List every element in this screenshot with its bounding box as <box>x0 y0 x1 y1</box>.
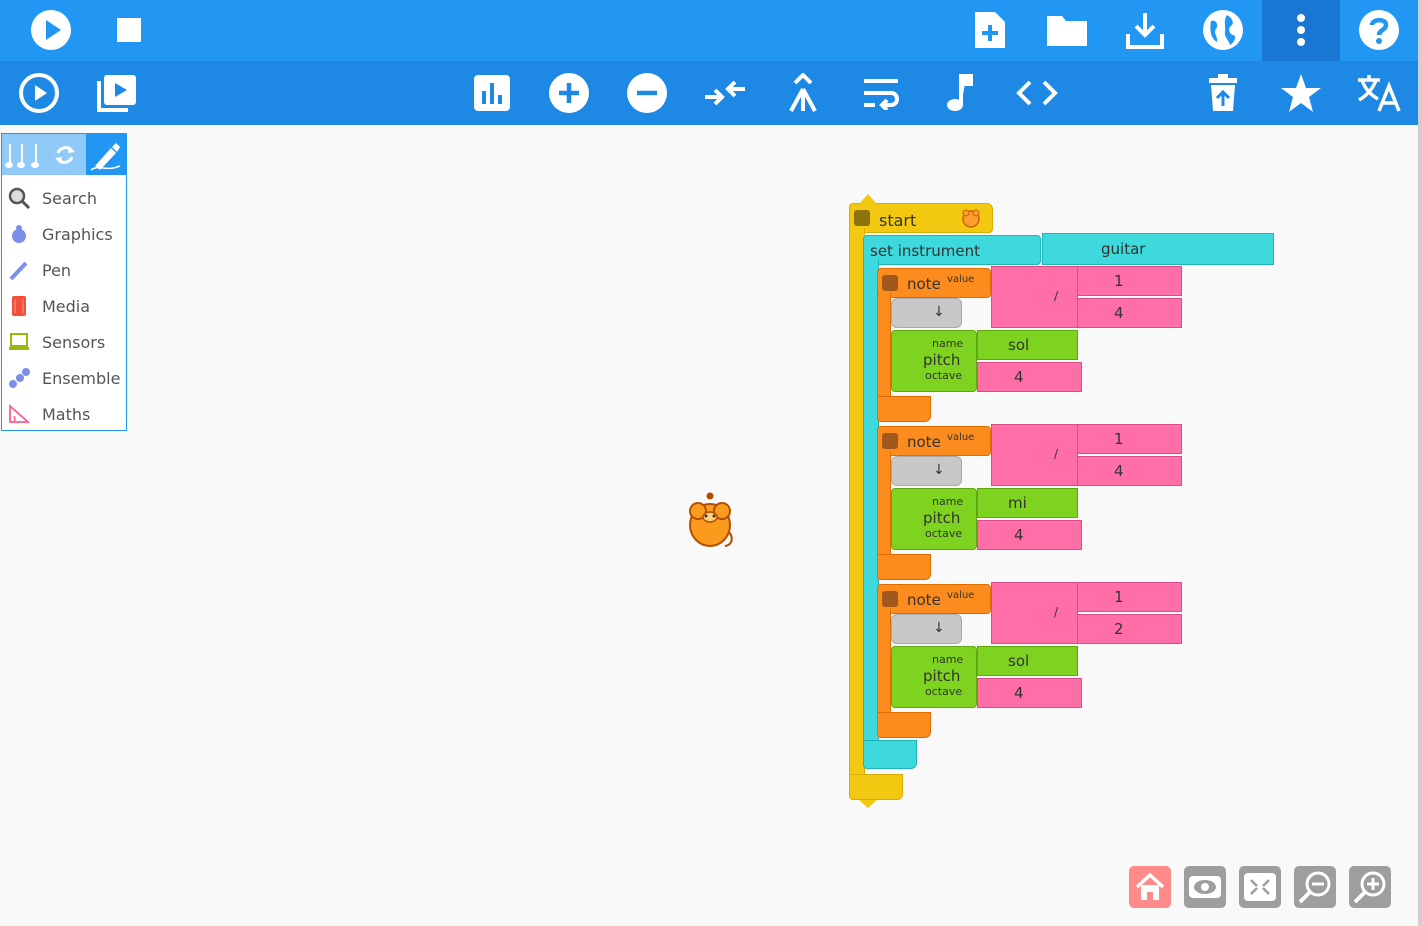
help-icon[interactable] <box>1356 7 1402 53</box>
maths-icon <box>8 403 30 425</box>
note-label: note <box>907 591 941 609</box>
mouse-turtle[interactable] <box>685 491 737 549</box>
octave-value[interactable]: 4 <box>977 678 1082 708</box>
note-block-arm <box>877 293 891 401</box>
note-value-label: value <box>947 590 975 601</box>
sensors-icon <box>8 331 30 353</box>
pitch-name-value[interactable]: mi <box>977 488 1078 518</box>
trash-icon[interactable] <box>1201 71 1245 115</box>
zoom-out-button[interactable] <box>1294 866 1336 908</box>
divide-block[interactable]: / <box>991 266 1078 328</box>
vspace-block[interactable]: ↓ <box>891 456 962 486</box>
note-label: note <box>907 275 941 293</box>
globe-icon[interactable] <box>1200 7 1246 53</box>
palette-item-pen[interactable]: Pen <box>2 252 126 288</box>
numerator-value[interactable]: 1 <box>1077 424 1182 454</box>
set-instrument-bottom <box>863 740 917 769</box>
more-vert-icon[interactable] <box>1280 7 1322 53</box>
pitch-block[interactable]: name pitch octave <box>891 646 977 708</box>
instrument-value[interactable]: guitar <box>1042 233 1274 265</box>
ensemble-icon <box>8 367 30 389</box>
divide-block[interactable]: / <box>991 582 1078 644</box>
show-hide-button[interactable] <box>1184 866 1226 908</box>
flow-tab[interactable] <box>46 136 84 173</box>
palette-item-ensemble[interactable]: Ensemble <box>2 360 126 396</box>
divide-block[interactable]: / <box>991 424 1078 486</box>
merge-icon[interactable] <box>781 71 825 115</box>
play-icon[interactable] <box>28 7 74 53</box>
search-icon <box>8 187 30 209</box>
new-file-icon[interactable] <box>968 7 1012 53</box>
note-block-bottom <box>877 712 931 738</box>
collapse-canvas-button[interactable] <box>1239 866 1281 908</box>
note-block-bottom <box>877 396 931 422</box>
numerator-value[interactable]: 1 <box>1077 582 1182 612</box>
note-label: note <box>907 433 941 451</box>
vspace-block[interactable]: ↓ <box>891 614 962 644</box>
zoom-in-button[interactable] <box>1349 866 1391 908</box>
open-folder-icon[interactable] <box>1044 9 1090 51</box>
numerator-value[interactable]: 1 <box>1077 266 1182 296</box>
pen-icon <box>8 259 30 281</box>
collapse-icon[interactable] <box>882 433 898 449</box>
music-note-icon[interactable] <box>937 71 981 115</box>
run-slow-icon[interactable] <box>16 71 62 115</box>
collapse-icon[interactable] <box>882 591 898 607</box>
pitch-name-value[interactable]: sol <box>977 646 1078 676</box>
note-value-label: value <box>947 432 975 443</box>
octave-value[interactable]: 4 <box>977 362 1082 392</box>
secondary-toolbar <box>0 61 1418 125</box>
set-instrument-label: set instrument <box>870 242 980 260</box>
run-step-icon[interactable] <box>94 71 140 115</box>
note-value-label: value <box>947 274 975 285</box>
palette-item-graphics[interactable]: Graphics <box>2 216 126 252</box>
octave-value[interactable]: 4 <box>977 520 1082 550</box>
wrap-icon[interactable] <box>859 71 903 115</box>
zoom-out-icon <box>1298 871 1331 904</box>
start-block-bottom <box>849 774 903 800</box>
collapse-icon[interactable] <box>854 210 870 226</box>
collapse-blocks-icon[interactable] <box>625 71 669 115</box>
vspace-block[interactable]: ↓ <box>891 298 962 328</box>
stop-icon[interactable] <box>108 9 150 51</box>
palette-item-media[interactable]: Media <box>2 288 126 324</box>
denominator-value[interactable]: 4 <box>1077 298 1182 328</box>
palette-item-search[interactable]: Search <box>2 180 126 216</box>
expand-blocks-icon[interactable] <box>547 71 591 115</box>
media-icon <box>8 295 30 317</box>
palette-tabs <box>2 134 126 175</box>
graphics-icon <box>8 223 30 245</box>
collapse-canvas-icon <box>1244 873 1276 901</box>
bar-chart-icon[interactable] <box>470 71 514 115</box>
music-tab[interactable] <box>4 136 44 173</box>
scrollbar-edge[interactable] <box>1418 0 1422 926</box>
block-palette: Search Graphics Pen Media Sensors Ensemb… <box>1 133 127 431</box>
note-block-arm <box>877 451 891 559</box>
note-block-arm <box>877 609 891 717</box>
denominator-value[interactable]: 2 <box>1077 614 1182 644</box>
collapse-icon[interactable] <box>882 275 898 291</box>
translate-icon[interactable] <box>1355 71 1403 115</box>
star-icon[interactable] <box>1279 71 1323 115</box>
denominator-value[interactable]: 4 <box>1077 456 1182 486</box>
art-tab[interactable] <box>86 134 126 175</box>
show-hide-icon <box>1189 876 1221 898</box>
pitch-name-value[interactable]: sol <box>977 330 1078 360</box>
mouse-face-icon <box>960 207 982 229</box>
zoom-in-icon <box>1353 871 1386 904</box>
compress-icon[interactable] <box>703 71 747 115</box>
note-block-bottom <box>877 554 931 580</box>
start-label: start <box>879 211 917 230</box>
pitch-block[interactable]: name pitch octave <box>891 330 977 392</box>
home-icon <box>1135 872 1165 900</box>
code-icon[interactable] <box>1015 71 1059 115</box>
download-icon[interactable] <box>1122 7 1168 53</box>
pitch-block[interactable]: name pitch octave <box>891 488 977 550</box>
palette-item-maths[interactable]: Maths <box>2 396 126 432</box>
palette-item-sensors[interactable]: Sensors <box>2 324 126 360</box>
main-toolbar <box>0 0 1418 61</box>
home-button[interactable] <box>1129 866 1171 908</box>
